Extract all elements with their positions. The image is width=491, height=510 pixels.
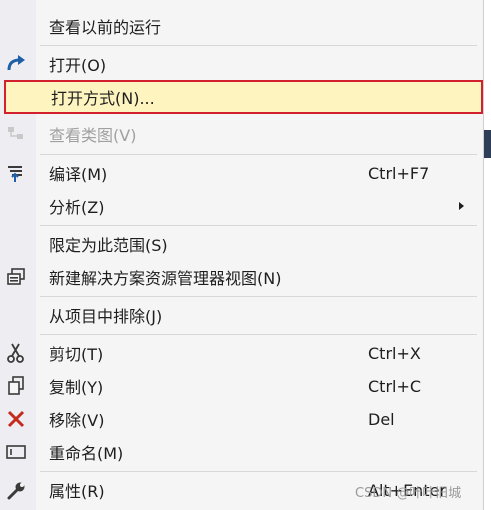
menu-item-label: 移除(V) bbox=[49, 411, 105, 430]
shortcut-text: Ctrl+X bbox=[368, 343, 421, 363]
menu-item-exclude-from-project[interactable]: 从项目中排除(J) bbox=[0, 299, 483, 331]
menu-item-rename[interactable]: 重命名(M) bbox=[0, 436, 483, 468]
menu-item-view-previous-runs[interactable]: 查看以前的运行 bbox=[0, 10, 483, 42]
menu-item-label: 新建解决方案资源管理器视图(N) bbox=[49, 269, 282, 288]
menu-item-compile[interactable]: 编译(M) Ctrl+F7 bbox=[0, 157, 483, 189]
new-view-icon bbox=[4, 265, 28, 289]
class-diagram-icon bbox=[4, 122, 28, 146]
scissors-icon bbox=[4, 341, 28, 365]
menu-item-label: 限定为此范围(S) bbox=[49, 236, 168, 255]
menu-item-label: 打开(O) bbox=[49, 56, 107, 75]
shortcut-text: Del bbox=[368, 409, 395, 429]
menu-item-scope-to-this[interactable]: 限定为此范围(S) bbox=[0, 228, 483, 260]
remove-x-icon bbox=[4, 407, 28, 431]
menu-item-label: 重命名(M) bbox=[49, 444, 124, 463]
menu-separator bbox=[40, 225, 477, 226]
menu-item-analyze[interactable]: 分析(Z) bbox=[0, 190, 483, 222]
menu-item-label: 从项目中排除(J) bbox=[49, 307, 163, 326]
menu-item-open-with[interactable]: 打开方式(N)... bbox=[4, 80, 483, 114]
menu-item-remove[interactable]: 移除(V) Del bbox=[0, 403, 483, 435]
menu-item-label: 复制(Y) bbox=[49, 378, 104, 397]
menu-item-label: 打开方式(N)... bbox=[51, 89, 155, 108]
copy-icon bbox=[4, 374, 28, 398]
menu-separator bbox=[40, 45, 477, 46]
rename-icon bbox=[4, 440, 28, 464]
shortcut-text: Ctrl+F7 bbox=[368, 163, 430, 183]
menu-item-label: 剪切(T) bbox=[49, 345, 104, 364]
compile-icon bbox=[4, 161, 28, 185]
menu-item-label: 分析(Z) bbox=[49, 198, 105, 217]
menu-separator bbox=[40, 154, 477, 155]
shortcut-text: Ctrl+C bbox=[368, 376, 422, 396]
menu-item-copy[interactable]: 复制(Y) Ctrl+C bbox=[0, 370, 483, 402]
menu-item-cut[interactable]: 剪切(T) Ctrl+X bbox=[0, 337, 483, 369]
open-arrow-icon bbox=[4, 52, 28, 76]
menu-item-new-explorer-view[interactable]: 新建解决方案资源管理器视图(N) bbox=[0, 261, 483, 293]
menu-item-label: 编译(M) bbox=[49, 165, 108, 184]
context-menu: 查看以前的运行 打开(O) 打开方式(N)... 查看类图(V) 编译(M) C… bbox=[0, 0, 484, 510]
menu-separator bbox=[40, 471, 477, 472]
background-editor-block bbox=[484, 130, 491, 158]
menu-separator bbox=[40, 296, 477, 297]
menu-item-view-class-diagram[interactable]: 查看类图(V) bbox=[0, 118, 483, 150]
background-editor-strip bbox=[484, 0, 491, 510]
submenu-arrow-icon bbox=[459, 202, 464, 210]
menu-separator bbox=[40, 334, 477, 335]
wrench-icon bbox=[4, 478, 28, 502]
menu-item-label: 查看类图(V) bbox=[49, 126, 137, 145]
menu-item-label: 属性(R) bbox=[49, 482, 105, 501]
menu-item-label: 查看以前的运行 bbox=[49, 18, 162, 37]
menu-item-open[interactable]: 打开(O) bbox=[0, 48, 483, 80]
watermark: CSDN @叶叶旧城 bbox=[355, 486, 462, 501]
